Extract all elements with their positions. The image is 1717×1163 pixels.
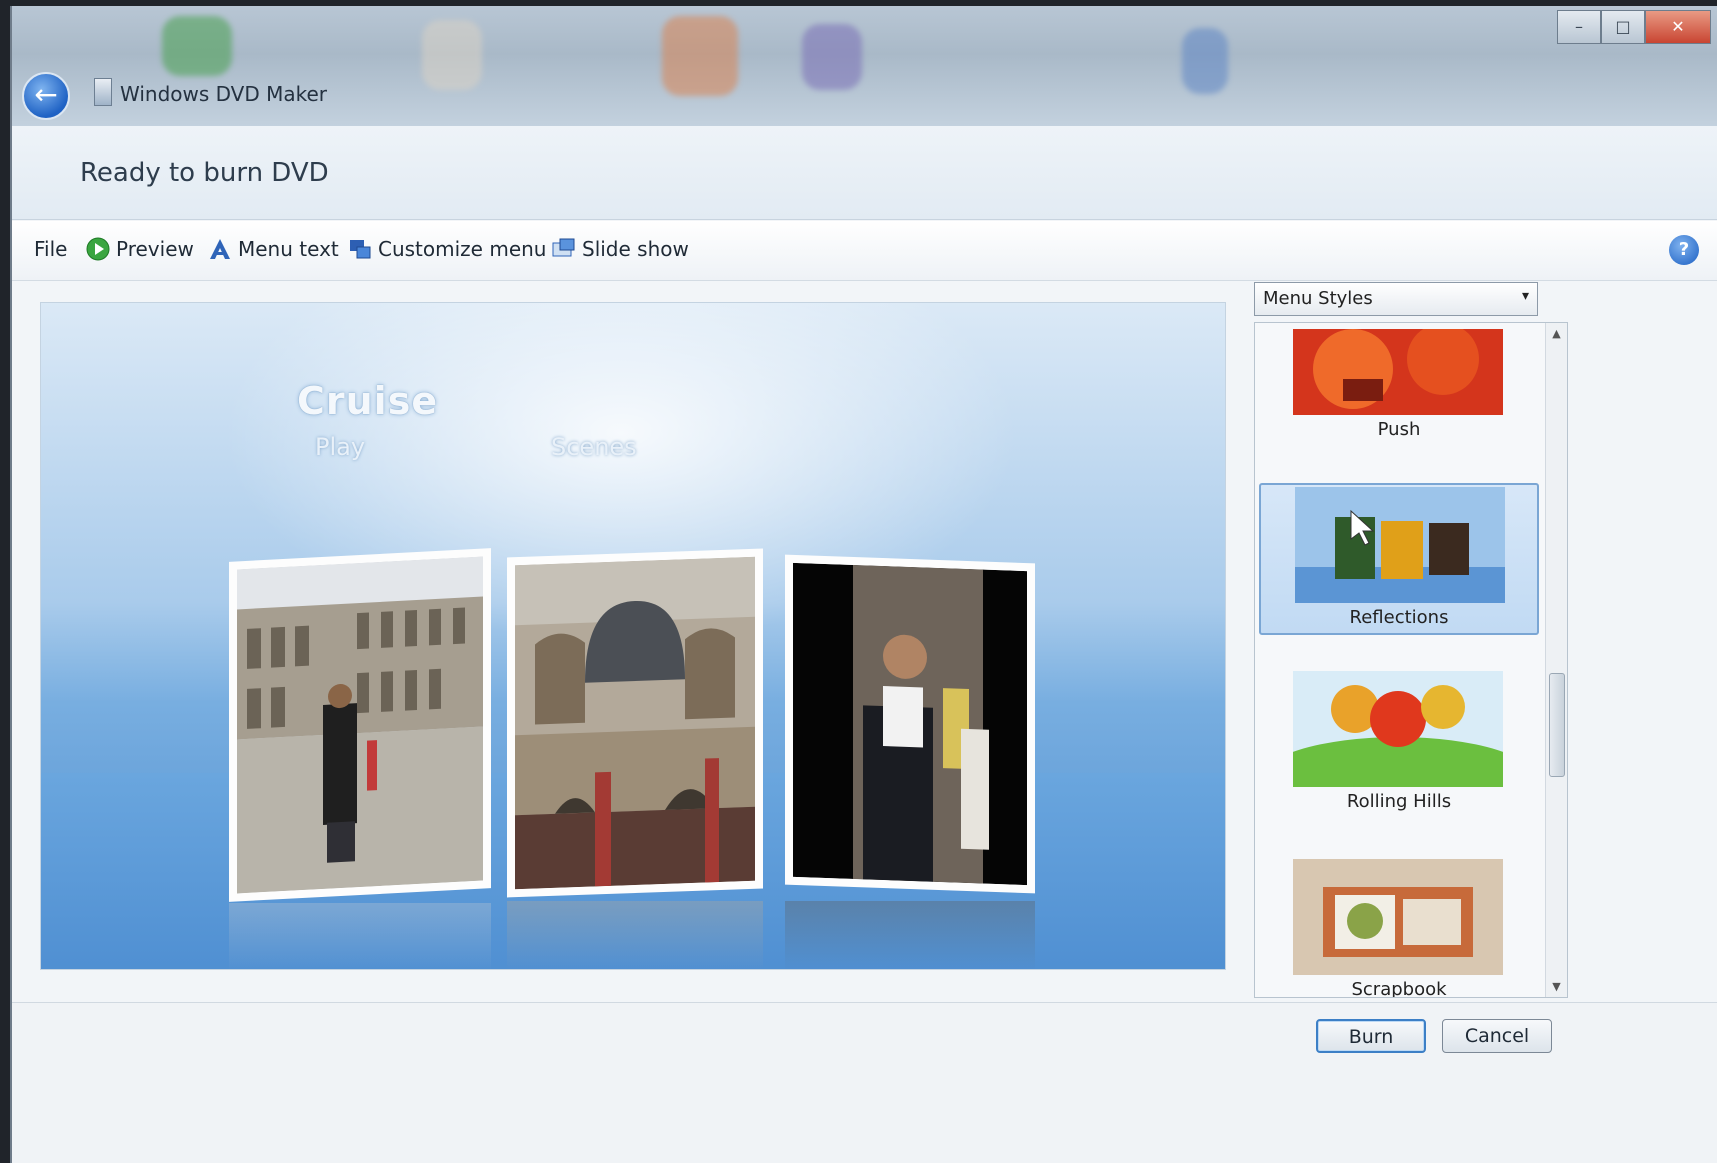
style-item-scrapbook[interactable]: Scrapbook (1259, 859, 1539, 998)
preview-button[interactable]: Preview (86, 237, 194, 261)
minimize-button[interactable]: – (1557, 10, 1601, 44)
style-item-rolling-hills[interactable]: Rolling Hills (1259, 671, 1539, 827)
style-label: Push (1377, 419, 1421, 440)
preview-label: Preview (116, 237, 194, 261)
taskbar-blob-decoration (662, 16, 738, 96)
photo-panel-basilica[interactable] (507, 548, 763, 898)
customize-menu-icon (350, 240, 371, 259)
scroll-down-icon[interactable]: ▼ (1546, 980, 1567, 993)
rolling-hills-thumbnail (1293, 671, 1503, 787)
back-button[interactable]: ← (22, 72, 70, 120)
style-label: Rolling Hills (1346, 791, 1452, 812)
customize-menu-button[interactable]: Customize menu (348, 237, 546, 261)
styles-scrollbar[interactable]: ▲ ▼ (1545, 323, 1567, 997)
slide-show-label: Slide show (582, 237, 689, 261)
cancel-button[interactable]: Cancel (1442, 1019, 1552, 1053)
title-bar: ← Windows DVD Maker – □ ✕ (12, 6, 1717, 126)
scenes-link[interactable]: Scenes (551, 433, 637, 461)
slide-show-button[interactable]: Slide show (552, 237, 689, 261)
play-link[interactable]: Play (315, 433, 365, 461)
photo-panel-plaza[interactable] (229, 548, 491, 902)
style-label: Scrapbook (1351, 979, 1447, 998)
toolbar: File Preview Menu text Customize menu Sl… (12, 221, 1717, 281)
wizard-header: Ready to burn DVD (12, 126, 1717, 220)
footer: Burn Cancel (12, 1002, 1717, 1163)
panel-reflection (785, 901, 1035, 969)
scroll-thumb[interactable] (1549, 673, 1565, 777)
close-icon: ✕ (1671, 17, 1685, 36)
panel-reflection (229, 903, 491, 969)
close-button[interactable]: ✕ (1645, 10, 1711, 44)
panel-reflection (507, 901, 763, 969)
taskbar-blob-decoration (422, 20, 482, 90)
file-menu-label: File (34, 237, 68, 261)
taskbar-blob-decoration (162, 16, 232, 76)
window-title: Windows DVD Maker (120, 82, 328, 106)
menu-text-button[interactable]: Menu text (208, 237, 339, 261)
menu-styles-dropdown[interactable]: Menu Styles ▾ (1254, 282, 1538, 316)
window-controls: – □ ✕ (1557, 10, 1711, 44)
style-item-reflections[interactable]: Reflections (1259, 483, 1539, 635)
dvd-maker-app-icon (94, 78, 112, 106)
menu-text-label: Menu text (238, 237, 339, 261)
plaza-photo (237, 556, 483, 894)
maximize-button[interactable]: □ (1601, 10, 1645, 44)
dvd-maker-window: ← Windows DVD Maker – □ ✕ Ready to burn … (10, 6, 1717, 1163)
musician-photo (793, 562, 1027, 886)
text-a-icon (210, 239, 230, 259)
scrapbook-thumbnail (1293, 859, 1503, 975)
taskbar-blob-decoration (802, 24, 862, 90)
scroll-up-icon[interactable]: ▲ (1546, 327, 1567, 340)
minimize-icon: – (1575, 17, 1583, 36)
help-icon[interactable]: ? (1669, 235, 1699, 265)
taskbar-blob-decoration (1182, 28, 1228, 94)
menu-styles-label: Menu Styles (1263, 288, 1373, 309)
push-thumbnail (1293, 329, 1503, 415)
chevron-down-icon: ▾ (1521, 288, 1529, 304)
disc-title: Cruise (297, 379, 439, 423)
burn-button[interactable]: Burn (1316, 1019, 1426, 1053)
basilica-photo (515, 556, 755, 890)
file-menu[interactable]: File (34, 237, 67, 261)
photo-panel-musician[interactable] (785, 554, 1035, 894)
page-title: Ready to burn DVD (80, 158, 329, 188)
back-arrow-icon: ← (34, 78, 58, 111)
slide-show-icon (552, 238, 575, 257)
style-label: Reflections (1349, 607, 1449, 628)
menu-preview: Cruise Play Scenes (40, 302, 1226, 970)
maximize-icon: □ (1615, 17, 1631, 36)
menu-styles-list: Push Reflections Rolling Hills Scrapbook… (1254, 322, 1568, 998)
style-item-push[interactable]: Push (1259, 327, 1539, 483)
play-icon (86, 237, 110, 261)
customize-menu-label: Customize menu (378, 237, 547, 261)
reflections-thumbnail (1295, 487, 1505, 603)
